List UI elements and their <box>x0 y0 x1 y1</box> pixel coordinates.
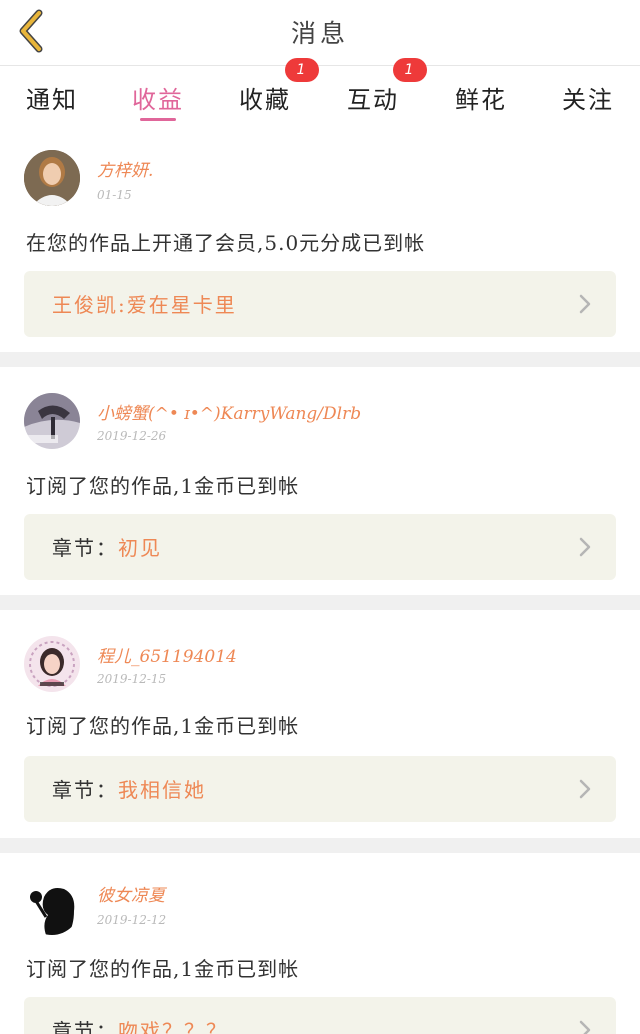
message-card: 小螃蟹(^• ɪ•^)KarryWang/Dlrb 2019-12-26 订阅了… <box>0 367 640 595</box>
username[interactable]: 方梓妍. <box>97 156 153 181</box>
message-card: 彼女凉夏 2019-12-12 订阅了您的作品,1金币已到帐 章节：吻戏？？？ <box>0 853 640 1034</box>
work-title: 王俊凯:爱在星卡里 <box>52 293 237 317</box>
chapter-link[interactable]: 章节：初见 <box>24 514 616 580</box>
tab-notifications[interactable]: 通知 <box>2 74 102 122</box>
tab-label: 通知 <box>26 86 78 114</box>
message-text: 订阅了您的作品,1金币已到帐 <box>26 957 300 981</box>
chapter-title: 我相信她 <box>118 778 206 802</box>
message-card: 程儿_651194014 2019-12-15 订阅了您的作品,1金币已到帐 章… <box>0 610 640 838</box>
chapter-link[interactable]: 章节：吻戏？？？ <box>24 997 616 1034</box>
tab-bar: 通知 收益 收藏 1 互动 1 鲜花 关注 <box>0 58 640 124</box>
tab-following[interactable]: 关注 <box>538 74 638 122</box>
link-text: 章节：初见 <box>52 532 162 561</box>
username[interactable]: 彼女凉夏 <box>97 881 165 906</box>
tab-favorites[interactable]: 收藏 1 <box>215 58 319 122</box>
chevron-right-icon <box>579 1020 591 1034</box>
active-tab-indicator <box>140 118 176 121</box>
tab-label: 鲜花 <box>455 86 507 114</box>
avatar-image <box>24 879 80 935</box>
link-prefix: 章节： <box>52 1019 118 1034</box>
message-date: 01-15 <box>97 188 132 202</box>
message-text: 订阅了您的作品,1金币已到帐 <box>26 474 300 498</box>
avatar[interactable] <box>24 150 80 206</box>
username[interactable]: 程儿_651194014 <box>97 642 237 667</box>
tab-earnings[interactable]: 收益 <box>108 74 208 122</box>
tab-label: 收益 <box>132 86 184 114</box>
avatar-image <box>24 636 80 692</box>
avatar[interactable] <box>24 393 80 449</box>
message-card: 方梓妍. 01-15 在您的作品上开通了会员,5.0元分成已到帐 王俊凯:爱在星… <box>0 124 640 352</box>
avatar-image <box>24 393 80 449</box>
username[interactable]: 小螃蟹(^• ɪ•^)KarryWang/Dlrb <box>97 399 361 424</box>
link-text: 章节：我相信她 <box>52 774 206 803</box>
avatar-image <box>24 150 80 206</box>
unread-badge: 1 <box>393 58 427 82</box>
top-bar: 消息 <box>0 0 640 66</box>
message-date: 2019-12-15 <box>97 672 167 686</box>
link-prefix: 章节： <box>52 536 118 560</box>
chevron-right-icon <box>579 779 591 799</box>
link-text: 王俊凯:爱在星卡里 <box>52 289 237 318</box>
chapter-title: 初见 <box>118 536 162 560</box>
tab-label: 收藏 <box>239 86 291 114</box>
link-text: 章节：吻戏？？？ <box>52 1015 228 1034</box>
tab-flowers[interactable]: 鲜花 <box>431 74 531 122</box>
unread-badge: 1 <box>285 58 319 82</box>
chevron-right-icon <box>579 294 591 314</box>
avatar[interactable] <box>24 879 80 935</box>
tab-interactions[interactable]: 互动 1 <box>323 58 427 122</box>
page-title: 消息 <box>290 19 349 48</box>
message-text: 订阅了您的作品,1金币已到帐 <box>26 714 300 738</box>
chevron-right-icon <box>579 537 591 557</box>
link-prefix: 章节： <box>52 778 118 802</box>
chapter-title: 吻戏？？？ <box>118 1019 228 1034</box>
avatar[interactable] <box>24 636 80 692</box>
chapter-link[interactable]: 章节：我相信她 <box>24 756 616 822</box>
tab-label: 互动 <box>347 86 399 114</box>
message-date: 2019-12-12 <box>97 913 167 927</box>
message-text: 在您的作品上开通了会员,5.0元分成已到帐 <box>26 231 426 255</box>
work-link[interactable]: 王俊凯:爱在星卡里 <box>24 271 616 337</box>
tab-label: 关注 <box>562 86 614 114</box>
message-date: 2019-12-26 <box>97 429 167 443</box>
